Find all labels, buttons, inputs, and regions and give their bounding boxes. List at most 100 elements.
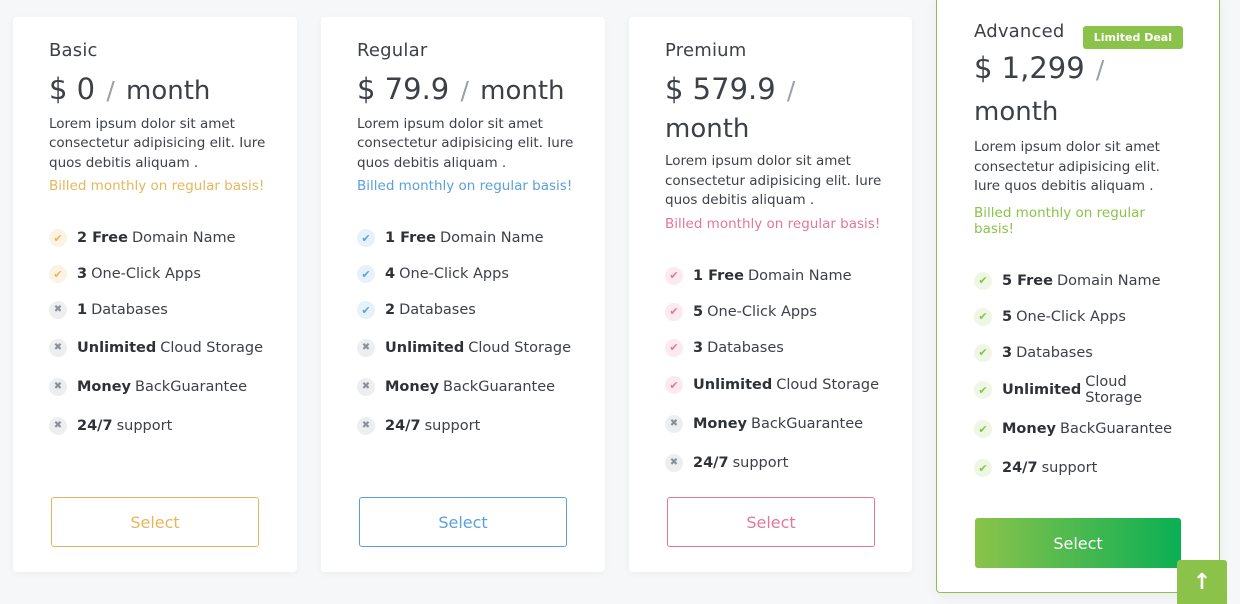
- feature-item: ✔ 2 Databases: [357, 292, 575, 328]
- cross-icon: ✖: [49, 338, 67, 357]
- feature-item: ✖ 24/7 support: [49, 406, 267, 445]
- feature-label: BackGuarantee: [443, 378, 556, 395]
- check-icon: ✔: [974, 307, 992, 326]
- feature-value: Unlimited: [385, 339, 465, 356]
- check-icon: ✔: [357, 229, 375, 248]
- feature-label: One-Click Apps: [91, 266, 201, 283]
- feature-value: 24/7: [693, 455, 729, 472]
- plan-card-regular: Regular $ 79.9 / month Lorem ipsum dolor…: [321, 17, 605, 572]
- check-icon: ✔: [49, 229, 67, 248]
- feature-value: 4: [385, 266, 396, 283]
- feature-value: Money: [1002, 421, 1056, 437]
- feature-value: 24/7: [1002, 460, 1038, 476]
- feature-item: ✔ Money BackGuarantee: [974, 410, 1182, 449]
- cross-icon: ✖: [665, 454, 683, 473]
- plan-description: Lorem ipsum dolor sit amet consectetur a…: [357, 115, 574, 171]
- feature-label: support: [1041, 460, 1098, 476]
- feature-value: 5: [693, 303, 704, 320]
- cross-icon: ✖: [49, 301, 67, 320]
- check-icon: ✔: [974, 271, 992, 290]
- check-icon: ✔: [665, 266, 683, 285]
- select-plan-button[interactable]: Select: [359, 497, 567, 547]
- feature-item: ✔ 4 One-Click Apps: [357, 256, 575, 292]
- feature-value: 1: [77, 302, 88, 319]
- feature-item: ✔ 1 Free Domain Name: [665, 258, 882, 294]
- check-icon: ✔: [49, 265, 67, 284]
- plan-card-premium: Premium $ 579.9 / month Lorem ipsum dolo…: [629, 17, 912, 572]
- plan-name: Regular: [357, 40, 428, 61]
- cross-icon: ✖: [357, 377, 375, 396]
- feature-label: support: [732, 455, 789, 472]
- feature-item: ✔ 5 One-Click Apps: [665, 294, 882, 330]
- plan-card-basic: Basic $ 0 / month Lorem ipsum dolor sit …: [13, 17, 297, 572]
- plan-description: Lorem ipsum dolor sit amet consectetur a…: [665, 153, 882, 209]
- feature-item: ✖ 1 Databases: [49, 292, 267, 328]
- plan-card-advanced: Limited Deal Advanced $ 1,299 / month Lo…: [936, 0, 1220, 593]
- arrow-up-icon[interactable]: ↑: [1177, 560, 1227, 604]
- select-plan-button[interactable]: Select: [51, 497, 259, 547]
- feature-item: ✖ Money BackGuarantee: [357, 367, 575, 406]
- feature-value: Unlimited: [693, 377, 773, 394]
- feature-label: Domain Name: [439, 230, 544, 247]
- feature-label: Domain Name: [747, 267, 852, 284]
- feature-item: ✖ Money BackGuarantee: [665, 405, 882, 444]
- feature-item: ✔ 3 One-Click Apps: [49, 256, 267, 292]
- feature-value: Money: [385, 378, 439, 395]
- check-icon: ✔: [974, 459, 992, 477]
- feature-item: ✔ Unlimited Cloud Storage: [974, 371, 1182, 410]
- feature-list: ✔ 2 Free Domain Name ✔ 3 One-Click Apps ✖ 1 Data…: [49, 220, 267, 445]
- feature-value: 2: [385, 302, 396, 319]
- cross-icon: ✖: [49, 416, 67, 435]
- feature-label: Databases: [399, 302, 476, 319]
- feature-label: BackGuarantee: [1060, 421, 1173, 437]
- plan-description: Lorem ipsum dolor sit amet consectetur a…: [49, 115, 266, 171]
- select-plan-button[interactable]: Select: [667, 497, 875, 547]
- feature-label: Cloud Storage: [776, 377, 880, 394]
- plan-name: Advanced: [974, 21, 1065, 42]
- feature-value: Money: [693, 416, 747, 433]
- price-amount: $ 0: [49, 72, 96, 106]
- feature-item: ✖ Money BackGuarantee: [49, 367, 267, 406]
- feature-label: One-Click Apps: [1016, 308, 1126, 325]
- feature-value: 3: [1002, 344, 1013, 361]
- feature-list: ✔ 1 Free Domain Name ✔ 5 One-Click Apps ✔ 3 Data…: [665, 258, 882, 483]
- feature-item: ✔ 3 Databases: [665, 330, 882, 366]
- feature-value: 1 Free: [385, 230, 436, 247]
- feature-value: 3: [693, 339, 704, 356]
- check-icon: ✔: [665, 338, 683, 357]
- plan-price: $ 79.9 / month: [357, 71, 575, 109]
- cross-icon: ✖: [357, 416, 375, 435]
- feature-item: ✔ 5 One-Click Apps: [974, 299, 1182, 335]
- feature-value: 1 Free: [693, 267, 744, 284]
- feature-list: ✔ 1 Free Domain Name ✔ 4 One-Click Apps ✔ 2 Data…: [357, 220, 575, 445]
- feature-item: ✔ 1 Free Domain Name: [357, 220, 575, 256]
- pricing-section: Basic $ 0 / month Lorem ipsum dolor sit …: [0, 0, 1240, 604]
- billing-note: Billed monthly on regular basis!: [357, 178, 573, 195]
- price-amount: $ 579.9: [665, 72, 776, 106]
- price-period: month: [126, 76, 211, 106]
- check-icon: ✔: [357, 265, 375, 284]
- feature-label: Cloud Storage: [160, 339, 264, 356]
- feature-label: Domain Name: [131, 230, 236, 247]
- check-icon: ✔: [974, 381, 992, 399]
- cross-icon: ✖: [665, 415, 683, 434]
- price-separator: /: [786, 76, 796, 105]
- feature-label: Databases: [91, 302, 168, 319]
- feature-item: ✔ Unlimited Cloud Storage: [665, 366, 882, 405]
- feature-value: 2 Free: [77, 230, 128, 247]
- feature-item: ✔ 2 Free Domain Name: [49, 220, 267, 256]
- price-amount: $ 79.9: [357, 72, 450, 106]
- plan-description: Lorem ipsum dolor sit amet consectetur a…: [974, 139, 1160, 194]
- feature-label: One-Click Apps: [707, 303, 817, 320]
- feature-label: Cloud Storage: [468, 339, 572, 356]
- feature-item: ✖ 24/7 support: [665, 444, 882, 483]
- feature-label: support: [424, 417, 481, 434]
- billing-note: Billed monthly on regular basis!: [49, 178, 265, 195]
- feature-label: Cloud Storage: [1085, 374, 1142, 406]
- feature-value: Unlimited: [1002, 382, 1082, 398]
- billing-note: Billed monthly on regular basis!: [665, 215, 881, 232]
- select-plan-button[interactable]: Select: [975, 518, 1181, 568]
- cross-icon: ✖: [49, 377, 67, 396]
- check-icon: ✔: [665, 302, 683, 321]
- billing-note: Billed monthly on regular basis!: [974, 204, 1145, 237]
